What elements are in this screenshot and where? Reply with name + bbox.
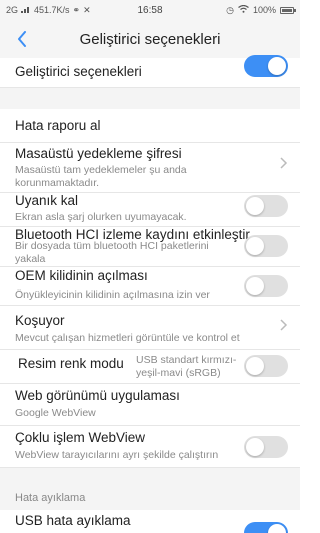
battery-icon	[280, 6, 296, 14]
network-speed: 451.7K/s	[34, 5, 70, 15]
status-bar: 2G 451.7K/s ⚭ ✕ 16:58 ◷ 100%	[0, 0, 300, 20]
toggle-knob	[246, 197, 264, 215]
desktop-backup-password-label: Masaüstü yedekleme şifresi	[15, 146, 182, 161]
oem-unlock-toggle[interactable]	[244, 275, 288, 297]
multiprocess-webview-summary: WebView tarayıcılarını ayrı şekilde çalı…	[15, 449, 219, 461]
oem-unlock-label: OEM kilidinin açılması	[15, 268, 148, 283]
bug-report-label: Hata raporu al	[15, 118, 101, 133]
tools-icon: ✕	[83, 4, 91, 15]
multiprocess-webview-row[interactable]: Çoklu işlem WebView WebView tarayıcıları…	[0, 426, 300, 468]
summary-line: USB standart kırmızı-	[136, 354, 237, 366]
network-type: 2G	[6, 5, 19, 15]
desktop-backup-password-row[interactable]: Masaüstü yedekleme şifresi Masaüstü tam …	[0, 143, 300, 193]
developer-options-row[interactable]: Geliştirici seçenekleri	[0, 55, 300, 88]
back-button[interactable]	[10, 27, 34, 51]
usb-debugging-toggle[interactable]	[244, 522, 288, 533]
multiprocess-webview-toggle[interactable]	[244, 436, 288, 458]
stay-awake-label: Uyanık kal	[15, 193, 79, 208]
status-left: 2G 451.7K/s ⚭ ✕	[6, 5, 91, 16]
developer-options-label: Geliştirici seçenekleri	[15, 64, 142, 79]
debugging-section-header: Hata ayıklama	[0, 468, 300, 510]
toggle-knob	[246, 237, 264, 255]
color-mode-summary: USB standart kırmızı- yeşil-mavi (sRGB)	[136, 354, 236, 380]
summary-line: Bir dosyada tüm bluetooth HCI paketlerin…	[15, 240, 209, 252]
summary-line: yakala	[15, 253, 46, 265]
toggle-knob	[246, 438, 264, 456]
color-mode-row[interactable]: Resim renk modu USB standart kırmızı- ye…	[0, 350, 300, 384]
signal-icon	[21, 5, 31, 15]
battery-percent: 100%	[252, 5, 276, 15]
summary-line: korunmamaktadır.	[15, 177, 100, 189]
summary-line: yeşil-mavi (sRGB)	[136, 367, 221, 379]
bt-hci-log-summary: Bir dosyada tüm bluetooth HCI paketlerin…	[15, 240, 209, 266]
chevron-right-icon	[280, 319, 288, 331]
color-mode-label: Resim renk modu	[18, 356, 124, 371]
usb-icon: ⚭	[72, 4, 81, 15]
bt-hci-log-row[interactable]: Bluetooth HCI izleme kaydını etkinleştir…	[0, 227, 300, 267]
webview-impl-summary: Google WebView	[15, 407, 96, 419]
usb-debugging-label: USB hata ayıklama	[15, 513, 131, 528]
page-title: Geliştirici seçenekleri	[79, 30, 221, 48]
webview-impl-label: Web görünümü uygulaması	[15, 388, 180, 403]
toggle-knob	[246, 357, 264, 375]
chevron-right-icon	[280, 157, 288, 169]
toggle-knob	[246, 277, 264, 295]
developer-options-toggle[interactable]	[244, 55, 288, 77]
stay-awake-summary: Ekran asla şarj olurken uyumayacak.	[15, 211, 187, 223]
chevron-left-icon	[18, 31, 26, 47]
oem-unlock-row[interactable]: OEM kilidinin açılması Önyükleyicinin ki…	[0, 267, 300, 306]
debugging-section-title: Hata ayıklama	[15, 492, 86, 504]
section-gap	[0, 88, 300, 109]
running-services-summary: Mevcut çalışan hizmetleri görüntüle ve k…	[15, 332, 240, 344]
wifi-icon	[238, 4, 249, 15]
title-bar: Geliştirici seçenekleri	[0, 20, 300, 58]
toggle-knob	[268, 524, 286, 533]
multiprocess-webview-label: Çoklu işlem WebView	[15, 430, 146, 445]
desktop-backup-password-summary: Masaüstü tam yedeklemeler şu anda korunm…	[15, 164, 187, 190]
bt-hci-log-toggle[interactable]	[244, 235, 288, 257]
status-right: ◷ 100%	[226, 4, 296, 16]
toggle-knob	[268, 57, 286, 75]
alarm-icon: ◷	[226, 4, 234, 15]
bug-report-row[interactable]: Hata raporu al	[0, 109, 300, 143]
usb-debugging-row[interactable]: USB hata ayıklama	[0, 510, 300, 533]
stay-awake-toggle[interactable]	[244, 195, 288, 217]
stay-awake-row[interactable]: Uyanık kal Ekran asla şarj olurken uyuma…	[0, 193, 300, 227]
running-services-label: Koşuyor	[15, 313, 65, 328]
color-mode-toggle[interactable]	[244, 355, 288, 377]
webview-impl-row[interactable]: Web görünümü uygulaması Google WebView	[0, 384, 300, 426]
summary-line: Masaüstü tam yedeklemeler şu anda	[15, 164, 187, 176]
oem-unlock-summary: Önyükleyicinin kilidinin açılmasına izin…	[15, 289, 210, 301]
running-services-row[interactable]: Koşuyor Mevcut çalışan hizmetleri görünt…	[0, 306, 300, 350]
